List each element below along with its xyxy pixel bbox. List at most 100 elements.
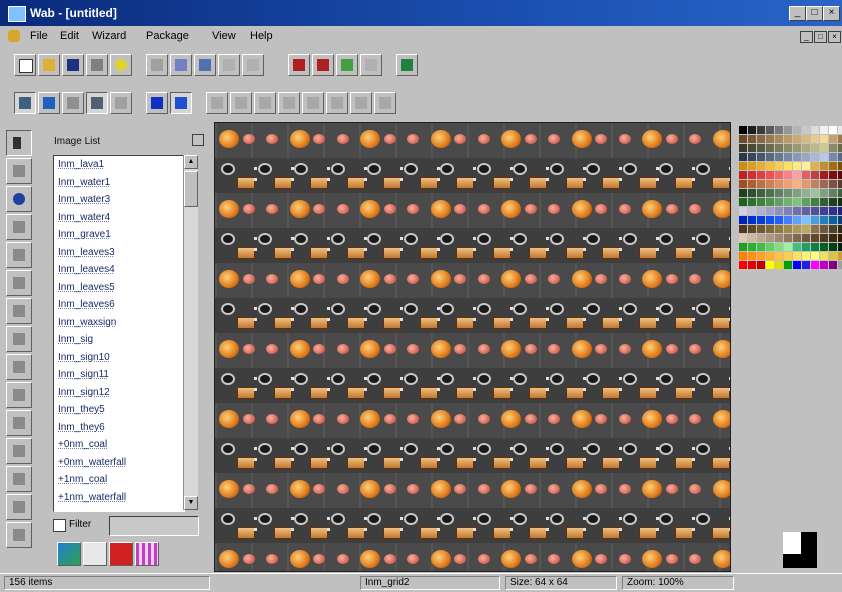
color-swatch[interactable] — [784, 153, 792, 161]
color-swatch[interactable] — [820, 243, 828, 251]
tile-sprite[interactable] — [477, 484, 490, 494]
color-swatch[interactable] — [793, 216, 801, 224]
color-swatch[interactable] — [838, 261, 842, 269]
tile-sprite[interactable] — [310, 457, 328, 469]
color-swatch[interactable] — [829, 144, 837, 152]
tile-sprite[interactable] — [665, 414, 678, 424]
color-swatch[interactable] — [820, 144, 828, 152]
tile-sprite[interactable] — [549, 163, 564, 175]
tile-sprite[interactable] — [273, 177, 292, 189]
edit-tool-6-button[interactable] — [326, 92, 348, 114]
color-swatch[interactable] — [793, 153, 801, 161]
tile-sprite[interactable] — [336, 554, 349, 564]
edit-tool-4-button[interactable] — [278, 92, 300, 114]
color-swatch[interactable] — [775, 252, 783, 260]
tile-sprite[interactable] — [273, 527, 292, 539]
color-swatch[interactable] — [820, 126, 828, 134]
tile-sprite[interactable] — [456, 527, 474, 539]
tile-sprite[interactable] — [602, 247, 620, 259]
maximize-button[interactable]: □ — [806, 6, 823, 21]
color-swatch[interactable] — [838, 126, 842, 134]
tile-sprite[interactable] — [383, 484, 396, 494]
tile-sprite[interactable] — [403, 513, 418, 525]
tile-sprite[interactable] — [383, 414, 396, 424]
tile-sprite[interactable] — [310, 317, 328, 329]
tile-sprite[interactable] — [407, 414, 419, 424]
tile-sprite[interactable] — [712, 480, 730, 498]
tile-sprite[interactable] — [665, 134, 678, 144]
tile-sprite[interactable] — [602, 317, 620, 329]
color-swatch[interactable] — [784, 252, 792, 260]
color-swatch[interactable] — [748, 153, 756, 161]
color-swatch[interactable] — [811, 144, 819, 152]
tile-sprite[interactable] — [336, 204, 349, 214]
color-swatch[interactable] — [748, 207, 756, 215]
tile-sprite[interactable] — [492, 527, 511, 539]
tile-sprite[interactable] — [383, 204, 396, 214]
tile-sprite[interactable] — [313, 554, 325, 564]
tile-sprite[interactable] — [367, 233, 381, 245]
color-swatch[interactable] — [748, 180, 756, 188]
tile-sprite[interactable] — [383, 527, 401, 539]
color-swatch[interactable] — [739, 189, 747, 197]
color-swatch[interactable] — [811, 261, 819, 269]
color-swatch[interactable] — [802, 234, 810, 242]
tile-sprite[interactable] — [565, 317, 584, 329]
color-swatch[interactable] — [748, 171, 756, 179]
tile-sprite[interactable] — [642, 550, 662, 568]
tile-sprite[interactable] — [266, 554, 278, 564]
color-swatch[interactable] — [757, 252, 765, 260]
line-tool-icon[interactable] — [6, 298, 32, 324]
blur-tool-icon[interactable] — [6, 466, 32, 492]
tile-sprite[interactable] — [336, 274, 349, 284]
color-swatch[interactable] — [766, 153, 774, 161]
tile-sprite[interactable] — [595, 204, 607, 214]
tile-sprite[interactable] — [242, 554, 255, 564]
tile-sprite[interactable] — [665, 554, 678, 564]
edit-tool-7-button[interactable] — [350, 92, 372, 114]
color-swatch[interactable] — [802, 153, 810, 161]
tile-sprite[interactable] — [665, 274, 678, 284]
color-swatch[interactable] — [766, 198, 774, 206]
color-swatch[interactable] — [838, 135, 842, 143]
list-item[interactable]: Inm_sig — [54, 331, 184, 349]
tile-sprite[interactable] — [695, 443, 710, 455]
tile-sprite[interactable] — [695, 233, 710, 245]
tile-sprite[interactable] — [642, 480, 662, 498]
tile-sprite[interactable] — [586, 373, 600, 385]
color-swatch[interactable] — [784, 135, 792, 143]
color-swatch[interactable] — [820, 189, 828, 197]
tile-sprite[interactable] — [221, 233, 235, 245]
tile-sprite[interactable] — [242, 204, 255, 214]
tile-sprite[interactable] — [665, 484, 678, 494]
color-swatch[interactable] — [820, 261, 828, 269]
tile-sprite[interactable] — [711, 317, 730, 329]
tile-sprite[interactable] — [454, 414, 466, 424]
tile-sprite[interactable] — [289, 200, 310, 218]
color-swatch[interactable] — [757, 198, 765, 206]
color-swatch[interactable] — [838, 234, 842, 242]
tile-sprite[interactable] — [586, 233, 600, 245]
refresh-button[interactable] — [110, 92, 132, 114]
tile-sprite[interactable] — [524, 554, 537, 564]
color-swatch[interactable] — [784, 189, 792, 197]
color-swatch[interactable] — [838, 225, 842, 233]
tile-sprite[interactable] — [492, 177, 511, 189]
tile-sprite[interactable] — [524, 274, 537, 284]
tile-sprite[interactable] — [477, 414, 490, 424]
tile-sprite[interactable] — [529, 457, 547, 469]
details-view-icon[interactable] — [83, 542, 107, 566]
color-swatch[interactable] — [784, 162, 792, 170]
wizard-2-button[interactable] — [312, 54, 334, 76]
color-swatch[interactable] — [811, 225, 819, 233]
color-swatch[interactable] — [757, 225, 765, 233]
color-swatch[interactable] — [757, 144, 765, 152]
color-swatch[interactable] — [775, 135, 783, 143]
color-swatch[interactable] — [757, 234, 765, 242]
edit-tool-2-button[interactable] — [230, 92, 252, 114]
color-swatch[interactable] — [784, 207, 792, 215]
tile-sprite[interactable] — [524, 484, 537, 494]
fill-tool-icon[interactable] — [6, 354, 32, 380]
color-swatch[interactable] — [793, 135, 801, 143]
tile-sprite[interactable] — [675, 247, 693, 259]
